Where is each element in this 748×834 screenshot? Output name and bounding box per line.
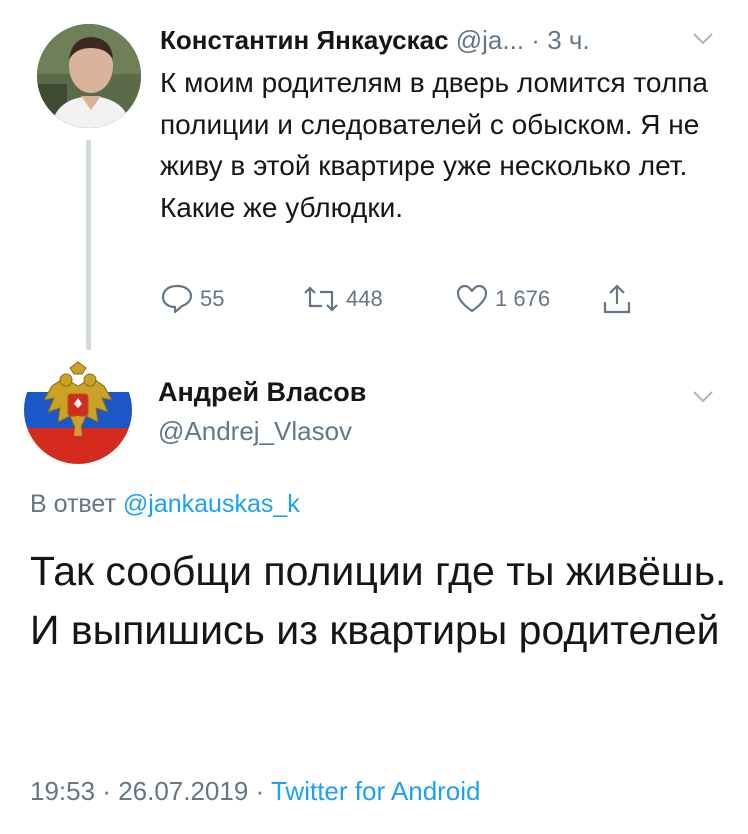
replying-to-handle-link[interactable]: @jankauskas_k <box>123 490 300 518</box>
retweet-count: 448 <box>346 286 383 311</box>
avatar-reply-author[interactable] <box>24 356 132 464</box>
reply-button[interactable]: 55 <box>160 282 224 316</box>
reply-tweet-text: Так сообщи полиции где ты живёшь. И выпи… <box>30 548 727 653</box>
share-icon <box>600 282 640 316</box>
parent-tweet-time[interactable]: 3 ч. <box>547 25 589 55</box>
retweet-icon <box>302 284 346 314</box>
like-count: 1 676 <box>495 286 551 311</box>
meta-separator: · <box>248 776 271 806</box>
parent-tweet-text: К моим родителям в дверь ломится толпа п… <box>160 67 708 223</box>
header-separator: · <box>524 25 548 55</box>
chevron-down-icon[interactable] <box>692 390 714 404</box>
tweet-source-link[interactable]: Twitter for Android <box>271 776 481 806</box>
replying-to-line: В ответ @jankauskas_k <box>30 488 300 520</box>
reply-author-handle[interactable]: @Andrej_Vlasov <box>158 414 352 448</box>
parent-tweet-header: Константин Янкаускас @ja... · 3 ч. <box>160 20 720 60</box>
reply-author-name[interactable]: Андрей Власов <box>158 375 366 409</box>
chevron-down-icon[interactable] <box>692 32 714 46</box>
retweet-button[interactable]: 448 <box>302 282 383 316</box>
share-button[interactable] <box>600 282 640 316</box>
meta-separator: · <box>95 776 119 806</box>
parent-author-name[interactable]: Константин Янкаускас <box>160 25 449 55</box>
like-icon <box>455 284 495 314</box>
parent-tweet-actions: 55 448 1 676 <box>160 282 660 316</box>
avatar-parent-author[interactable] <box>37 24 141 128</box>
tweet-date[interactable]: 26.07.2019 <box>118 776 248 806</box>
like-button[interactable]: 1 676 <box>455 282 550 316</box>
tweet-meta: 19:53 · 26.07.2019 · Twitter for Android <box>30 773 481 809</box>
tweet-time[interactable]: 19:53 <box>30 776 95 806</box>
replying-to-label: В ответ <box>30 490 123 518</box>
reply-icon <box>160 283 200 315</box>
thread-line <box>86 140 91 350</box>
reply-count: 55 <box>200 286 225 311</box>
parent-author-handle[interactable]: @ja... <box>456 25 524 55</box>
